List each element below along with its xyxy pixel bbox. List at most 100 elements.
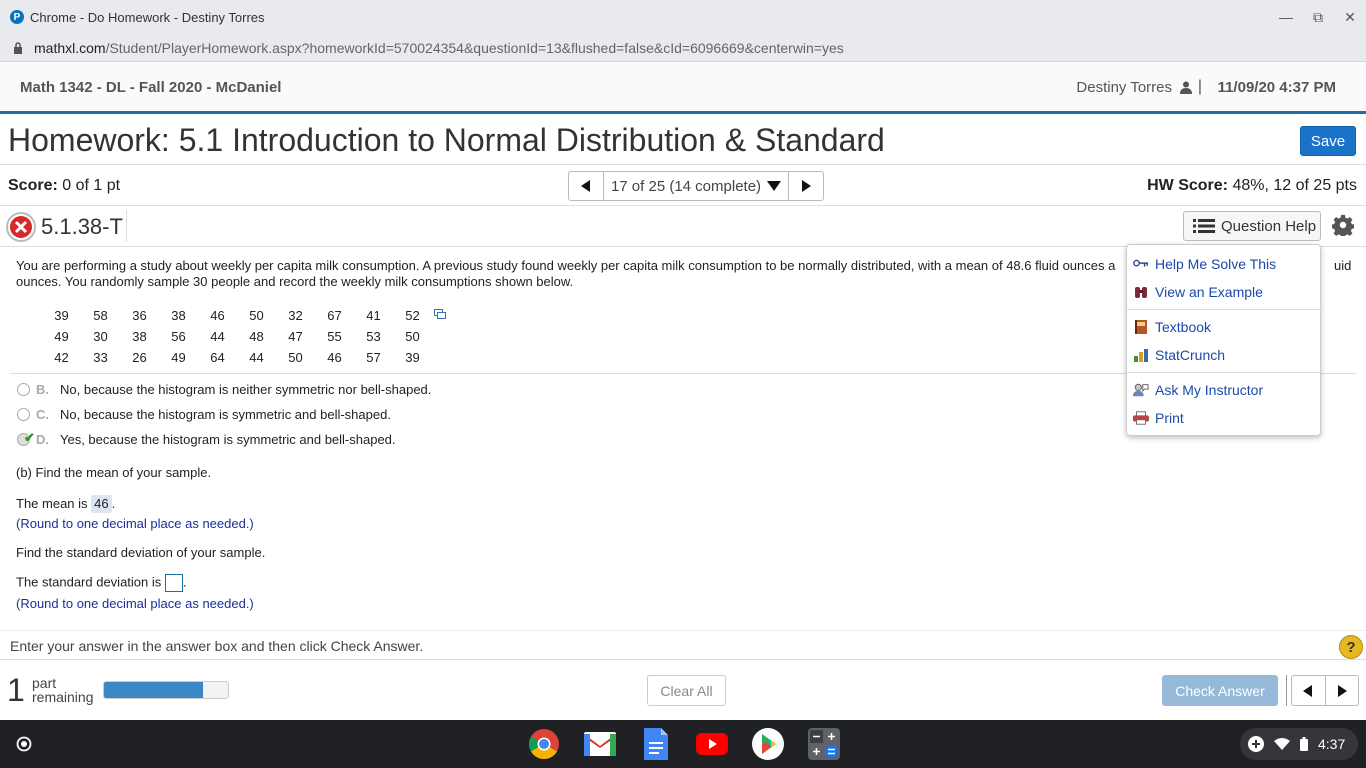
data-cell: 38 [132,329,147,344]
option-d[interactable]: ✔ D. Yes, because the histogram is symme… [17,430,396,447]
footer-previous-button[interactable] [1292,676,1325,705]
footer-next-button[interactable] [1324,676,1359,705]
close-window-icon[interactable]: ✕ [1334,0,1366,34]
data-cell: 52 [405,308,420,323]
user-name: Destiny Torres [1076,79,1172,96]
previous-question-button[interactable] [569,172,603,200]
copy-data-icon[interactable] [434,309,446,319]
mean-answer-line: The mean is 46. [16,495,116,513]
option-c-radio[interactable] [17,408,30,421]
data-cell: 49 [54,329,69,344]
question-help-menu: Help Me Solve This View an Example Textb… [1126,244,1322,436]
calculator-icon[interactable] [808,728,840,760]
gear-icon[interactable] [1332,214,1354,236]
part-b-question: (b) Find the mean of your sample. [16,465,212,480]
data-cell: 64 [210,350,225,365]
data-cell: 36 [132,308,147,323]
system-tray[interactable]: 4:37 [1240,728,1358,760]
header-datetime: 11/09/20 4:37 PM [1217,79,1336,96]
sd-answer-input[interactable] [164,574,183,592]
question-position-dropdown[interactable]: 17 of 25 (14 complete) [603,172,789,200]
battery-icon [1300,737,1308,751]
option-b[interactable]: B. No, because the histogram is neither … [17,382,431,397]
docs-icon[interactable] [640,728,672,760]
progress-fill [104,682,204,698]
data-cell: 58 [93,308,108,323]
footer-question-nav [1291,675,1359,706]
data-cell: 38 [171,308,186,323]
question-score: Score: 0 of 1 pt [8,177,121,194]
menu-item-textbook[interactable]: Textbook [1133,316,1211,338]
divider [1286,675,1287,706]
menu-separator [1127,372,1322,373]
data-cell: 33 [93,350,108,365]
add-circle-icon [1248,736,1264,752]
progress-bar [103,681,229,699]
wifi-icon [1274,738,1290,750]
data-cell: 46 [327,350,342,365]
data-cell: 30 [93,329,108,344]
parts-remaining-count: 1 [7,672,25,708]
data-cell: 42 [54,350,69,365]
incorrect-icon [6,212,36,242]
question-id: 5.1.38-T [41,214,123,239]
answer-instructions: Enter your answer in the answer box and … [10,638,424,654]
question-help-label: Question Help [1221,217,1317,235]
homework-title: Homework: 5.1 Introduction to Normal Dis… [8,122,885,158]
data-cell: 26 [132,350,147,365]
next-question-button[interactable] [789,172,823,200]
data-cell: 50 [249,308,264,323]
menu-item-help-me-solve-this[interactable]: Help Me Solve This [1133,253,1276,275]
menu-item-view-an-example[interactable]: View an Example [1133,281,1263,303]
option-c-text: No, because the histogram is symmetric a… [60,407,391,422]
data-cell: 49 [171,350,186,365]
menu-item-print[interactable]: Print [1133,407,1184,429]
address-bar[interactable]: mathxl.com/Student/PlayerHomework.aspx?h… [0,34,1366,62]
gmail-icon[interactable] [584,728,616,760]
mean-answer-box[interactable]: 46 [91,495,112,513]
book-icon [1133,319,1149,335]
play-store-icon[interactable] [752,728,784,760]
save-button[interactable]: Save [1300,126,1356,156]
divider [126,210,127,242]
os-shelf: 4:37 [0,720,1366,768]
restore-icon[interactable]: ⧉ [1302,0,1334,34]
user-info[interactable]: Destiny Torres [1076,79,1192,96]
chrome-icon[interactable] [528,728,560,760]
option-d-radio[interactable]: ✔ [17,430,35,446]
question-position: 17 of 25 (14 complete) [610,177,762,195]
check-answer-button[interactable]: Check Answer [1162,675,1278,706]
data-cell: 55 [327,329,342,344]
data-cell: 39 [405,350,420,365]
question-row: 5.1.38-T Question Help [0,206,1366,247]
minimize-icon[interactable]: — [1270,0,1302,34]
clear-all-button[interactable]: Clear All [647,675,726,706]
data-cell: 57 [366,350,381,365]
option-c[interactable]: C. No, because the histogram is symmetri… [17,407,391,422]
binoculars-icon [1133,284,1149,300]
data-table-row: 39 58 36 38 46 50 32 67 41 52 [42,305,432,326]
sd-answer-line: The standard deviation is . [16,574,187,592]
youtube-icon[interactable] [696,728,728,760]
option-b-radio[interactable] [17,383,30,396]
url-text[interactable]: mathxl.com/Student/PlayerHomework.aspx?h… [34,40,844,56]
launcher-icon[interactable] [10,730,38,758]
menu-item-ask-my-instructor[interactable]: Ask My Instructor [1133,379,1263,401]
data-table-row: 42 33 26 49 64 44 50 46 57 39 [42,347,432,368]
round-hint: (Round to one decimal place as needed.) [16,596,254,611]
course-title: Math 1342 - DL - Fall 2020 - McDaniel [20,79,282,96]
option-d-text: Yes, because the histogram is symmetric … [60,432,396,447]
data-cell: 32 [288,308,303,323]
sd-question: Find the standard deviation of your samp… [16,545,266,560]
answer-instructions-bar: Enter your answer in the answer box and … [0,630,1366,660]
triangle-left-icon [581,180,590,192]
checkmark-icon: ✔ [24,430,35,445]
parts-remaining-label: part remaining [32,675,94,705]
data-cell: 44 [249,350,264,365]
option-b-text: No, because the histogram is neither sym… [60,382,432,397]
caret-down-icon [767,181,782,191]
footer-bar: 1 part remaining Clear All Check Answer [0,660,1366,720]
question-help-button[interactable]: Question Help [1183,211,1321,241]
menu-item-statcrunch[interactable]: StatCrunch [1133,344,1225,366]
help-question-mark-icon[interactable]: ? [1339,635,1363,659]
